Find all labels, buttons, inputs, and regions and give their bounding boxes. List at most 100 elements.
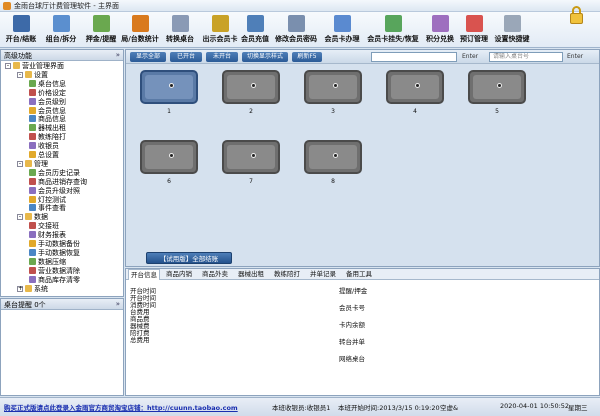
tree-item[interactable]: - 数据 <box>17 213 48 221</box>
card-icon <box>211 15 229 32</box>
tree-item[interactable]: 财务报表 <box>29 231 66 239</box>
toolbar-button[interactable]: 出示会员卡 <box>201 14 239 47</box>
ball-icon <box>333 153 338 158</box>
tree-item[interactable]: 器械出租 <box>29 124 66 132</box>
tree-item[interactable]: 桌台信息 <box>29 79 66 88</box>
switch-style-button[interactable]: 切换显示样式 <box>242 52 288 62</box>
toolbar-button[interactable]: 修改会员密码 <box>272 14 320 47</box>
toolbar-button[interactable]: 开台/结账 <box>2 14 40 47</box>
panel-header: 高级功能 » <box>1 50 123 61</box>
collapse-icon[interactable]: - <box>17 71 23 78</box>
refresh-button[interactable]: 刷新F5 <box>292 52 322 62</box>
tree-item[interactable]: 手动数据备份 <box>29 240 80 248</box>
toolbar-button[interactable]: 会员卡办理 <box>322 14 362 47</box>
collapse-icon[interactable]: - <box>17 214 23 221</box>
tree-item-label: 灯控测试 <box>38 195 66 204</box>
collapse-icon[interactable]: » <box>116 51 120 59</box>
collapse-icon[interactable]: - <box>17 160 23 167</box>
tree-item[interactable]: 会员级别 <box>29 97 66 106</box>
tree-item[interactable]: - 营业管理界面 <box>5 62 64 70</box>
tree-item-label: 收银员 <box>38 142 59 151</box>
pool-table[interactable] <box>304 140 362 174</box>
key-icon <box>287 15 305 32</box>
cashier-status: 本班收银员:收银员1 <box>272 404 331 412</box>
goods-icon <box>29 115 36 123</box>
toolbar-button[interactable]: 设置快捷键 <box>492 14 532 47</box>
tree-item[interactable]: 灯控测试 <box>29 195 66 204</box>
collapse-icon[interactable]: - <box>5 63 11 69</box>
lock-icon[interactable] <box>570 6 583 24</box>
tree-item[interactable]: 会员信息 <box>29 106 66 115</box>
reminder-title: 桌台提醒 0个 <box>4 301 46 309</box>
tree-item-label: 手动数据备份 <box>38 240 80 248</box>
tree-item[interactable]: - 设置 <box>17 70 48 79</box>
pool-table[interactable] <box>386 70 444 104</box>
tab-0[interactable]: 开台信息 <box>128 269 160 280</box>
not-opened-button[interactable]: 未开台 <box>206 52 238 62</box>
toolbar-button[interactable]: 押金/提醒 <box>84 14 118 47</box>
zero-icon <box>29 275 36 283</box>
tab-3[interactable]: 器械出租 <box>236 269 266 280</box>
tree-item[interactable]: 总设置 <box>29 151 59 159</box>
toolbar-button[interactable]: 组台/拆分 <box>42 14 80 47</box>
checkout-all-button[interactable]: 【试用版】全部结账 <box>146 252 232 264</box>
toolbar-button-label: 预订管理 <box>460 35 488 43</box>
ball-icon <box>251 83 256 88</box>
tree-item[interactable]: 教练陪打 <box>29 133 66 141</box>
tree-item[interactable]: 会员历史记录 <box>29 168 80 177</box>
enter-label[interactable]: Enter <box>567 53 583 60</box>
table-reminder-panel: 桌台提醒 0个 » <box>0 298 124 396</box>
tree-item[interactable]: 手动数据恢复 <box>29 248 80 257</box>
show-all-button[interactable]: 显示全部 <box>130 52 166 62</box>
tree-item[interactable]: 事件查看 <box>29 204 66 212</box>
info-label: 提醒/押金 <box>339 287 368 295</box>
folder-icon <box>25 159 32 167</box>
tab-4[interactable]: 教练陪打 <box>272 269 302 280</box>
search-input[interactable] <box>371 52 457 62</box>
tree-item[interactable]: 商品信息 <box>29 115 66 123</box>
opened-button[interactable]: 已开台 <box>170 52 202 62</box>
table-number-input[interactable]: 请输入桌台号 <box>489 52 563 62</box>
tree-item[interactable]: 价格设定 <box>29 88 66 97</box>
tree-item[interactable]: + 系统 <box>17 284 48 293</box>
toolbar-button[interactable]: 积分兑换 <box>423 14 457 47</box>
tree-item[interactable]: 数据压缩 <box>29 257 66 266</box>
pool-table[interactable] <box>140 140 198 174</box>
pool-table[interactable] <box>304 70 362 104</box>
info-label: 卡内余额 <box>339 321 365 329</box>
tree-item[interactable]: 商品库存清零 <box>29 275 80 284</box>
pool-table[interactable] <box>222 140 280 174</box>
pool-table[interactable] <box>468 70 526 104</box>
toolbar-button[interactable]: 会员卡挂失/恢复 <box>366 14 420 47</box>
tree-item[interactable]: 营业数据清除 <box>29 266 80 275</box>
toolbar-button[interactable]: 局/台数统计 <box>120 14 160 47</box>
tree-item[interactable]: 收银员 <box>29 142 59 150</box>
tree-item[interactable]: 交接班 <box>29 222 59 230</box>
tree-item-label: 商品库存清零 <box>38 275 80 284</box>
expand-icon[interactable]: + <box>17 285 23 292</box>
watermark: LITBUG.COM <box>462 374 600 398</box>
table-number: 8 <box>331 178 335 185</box>
tab-5[interactable]: 并单记录 <box>308 269 338 280</box>
toolbar-button[interactable]: 预订管理 <box>458 14 490 47</box>
collapse-icon[interactable]: » <box>116 300 120 308</box>
toolbar-button-label: 出示会员卡 <box>202 35 238 43</box>
tab-6[interactable]: 备用工具 <box>344 269 374 280</box>
shop-link[interactable]: 购买正式版请点此登录入金雨官方商贸淘宝店铺：http://cuunn.taoba… <box>4 402 238 412</box>
tree-item[interactable]: - 管理 <box>17 159 48 168</box>
tab-2[interactable]: 商品外卖 <box>200 269 230 280</box>
folder-icon <box>13 62 20 69</box>
tab-1[interactable]: 商品内销 <box>164 269 194 280</box>
toolbar-button-label: 修改会员密码 <box>275 35 317 43</box>
filter-bar: 显示全部 已开台 未开台 切换显示样式 刷新F5 Enter 请输入桌台号 En… <box>126 50 599 64</box>
tree-item[interactable]: 商品进销存查询 <box>29 177 87 186</box>
pool-table[interactable] <box>140 70 198 104</box>
pool-table[interactable] <box>222 70 280 104</box>
tree-item[interactable]: 会员升级对照 <box>29 186 80 195</box>
toolbar-button[interactable]: 会员充值 <box>240 14 270 47</box>
enter-label[interactable]: Enter <box>462 53 478 60</box>
ball-icon <box>333 83 338 88</box>
info-label: 会员卡号 <box>339 304 365 312</box>
toolbar-button[interactable]: 转换桌台 <box>163 14 197 47</box>
shift-icon <box>29 222 36 230</box>
